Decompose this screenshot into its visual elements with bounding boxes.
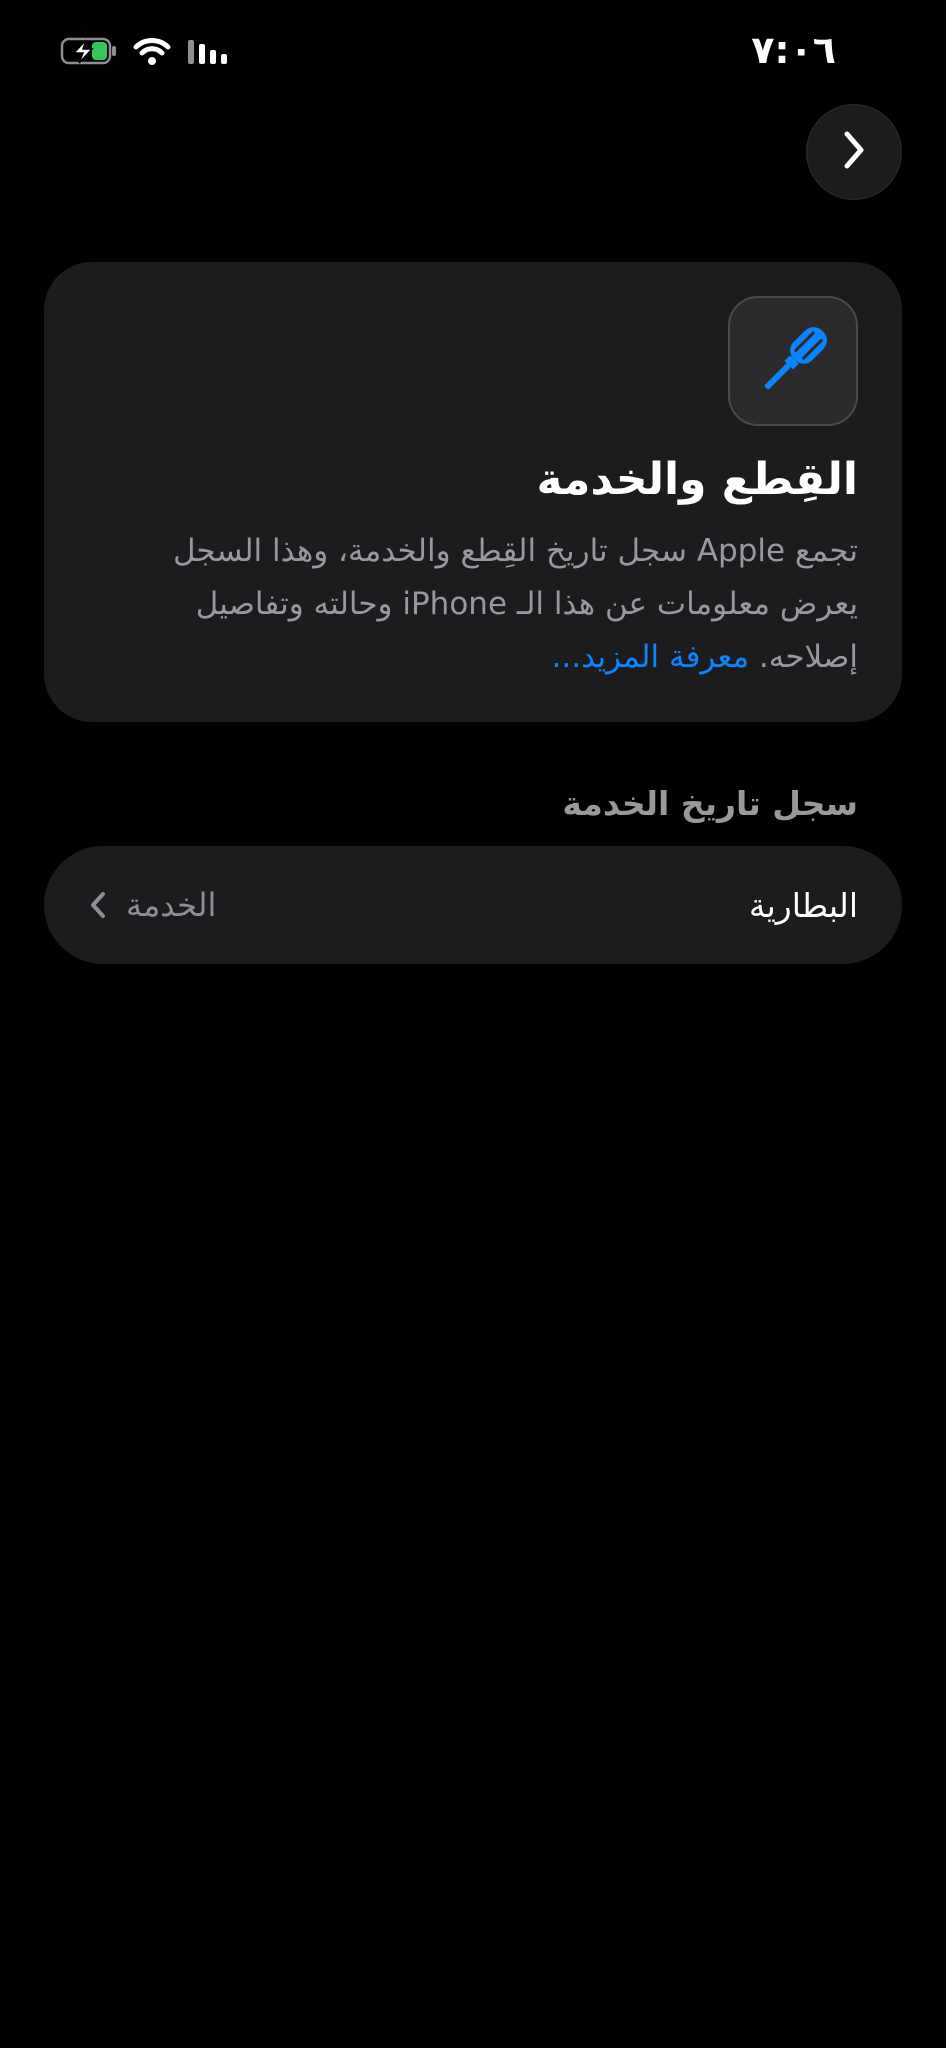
battery-row[interactable]: البطارية الخدمة — [44, 846, 902, 964]
wifi-icon — [132, 36, 172, 66]
card-description: تجمع Apple سجل تاريخ القِطع والخدمة، وهذ… — [88, 525, 858, 684]
forward-button[interactable] — [806, 104, 902, 200]
chevron-right-icon — [839, 128, 869, 176]
row-label: البطارية — [748, 885, 858, 925]
cellular-signal-icon — [186, 36, 232, 66]
card-body-text: تجمع Apple سجل تاريخ القِطع والخدمة، وهذ… — [172, 532, 858, 675]
chevron-left-icon — [88, 890, 108, 920]
row-value-group: الخدمة — [88, 886, 216, 924]
card-title: القِطع والخدمة — [536, 454, 858, 505]
screwdriver-icon — [728, 296, 858, 426]
parts-service-card: القِطع والخدمة تجمع Apple سجل تاريخ القِ… — [44, 262, 902, 722]
status-time: ٧:٠٦ — [751, 28, 836, 72]
battery-charging-icon — [60, 37, 118, 65]
row-value: الخدمة — [126, 886, 217, 924]
section-header: سجل تاريخ الخدمة — [562, 784, 858, 823]
status-icons — [60, 36, 232, 66]
learn-more-link[interactable]: معرفة المزيد... — [552, 639, 750, 675]
